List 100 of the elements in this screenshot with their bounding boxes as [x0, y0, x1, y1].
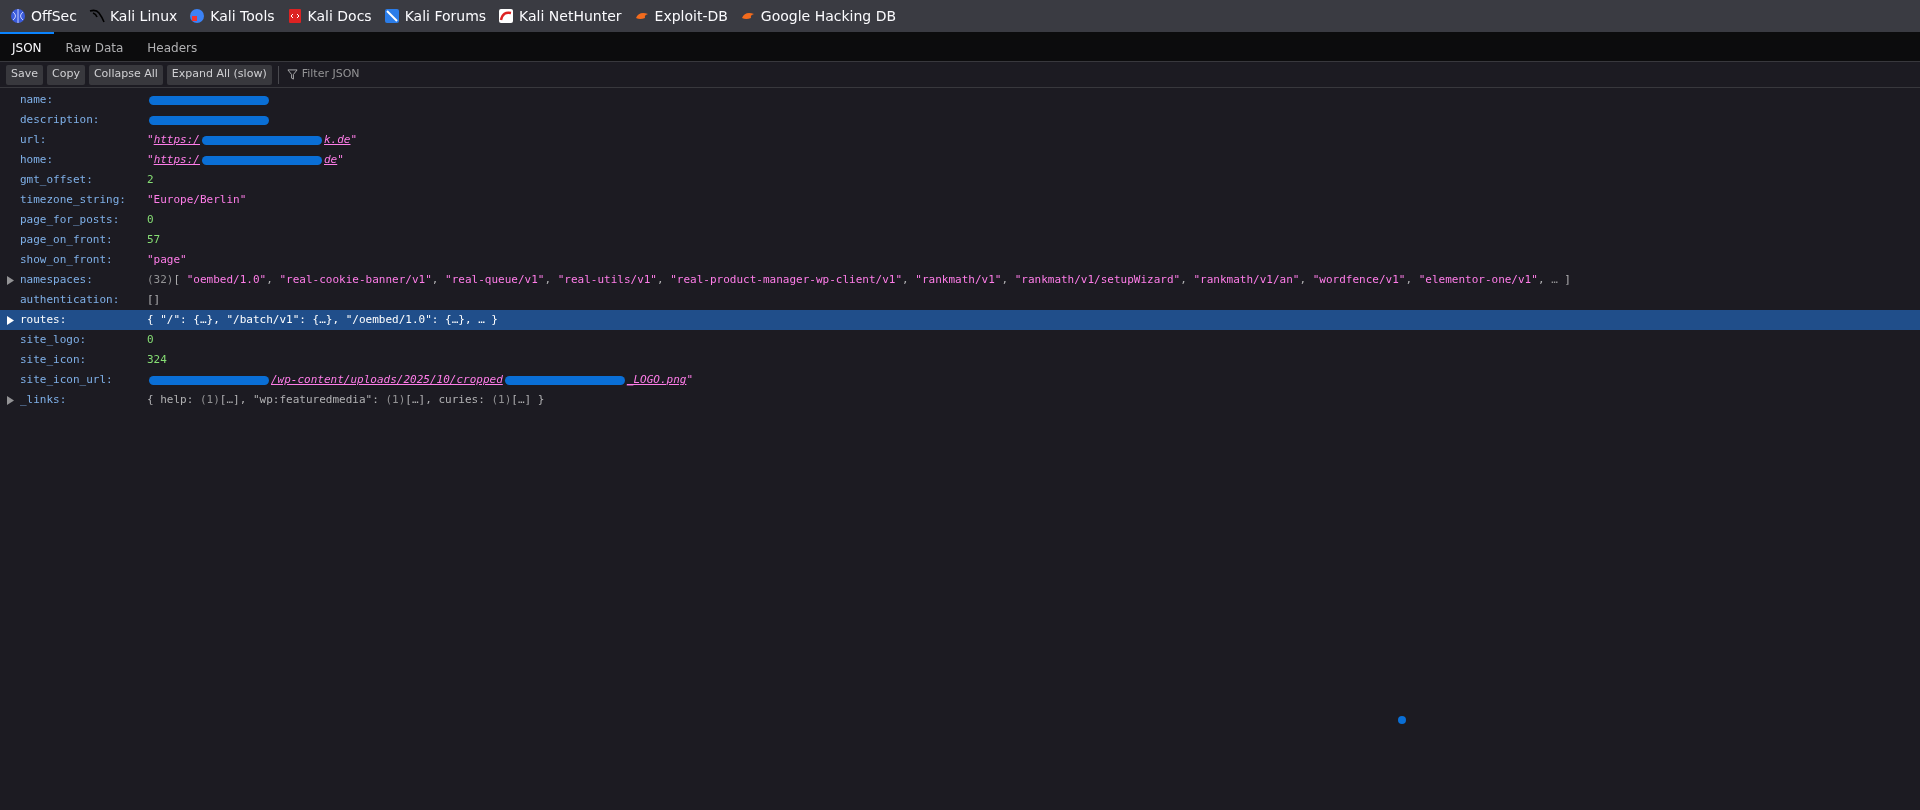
string-value: "real-utils/v1" [557, 271, 657, 288]
url-link[interactable]: https:/ [153, 131, 200, 149]
toolbar-button[interactable]: Copy [47, 64, 85, 85]
count-label: (32) [147, 271, 174, 288]
key-label: namespaces: [20, 271, 94, 288]
json-row[interactable]: timezone_string: "Europe/Berlin" [0, 190, 1920, 210]
string-value: " [337, 151, 344, 168]
value-text: ] [1563, 271, 1571, 288]
bookmark-item[interactable]: Google Hacking DB [739, 5, 897, 27]
key-label: home: [20, 151, 55, 168]
value-text: […] } [511, 391, 545, 408]
json-row[interactable]: url: "https:/ k.de" [0, 130, 1920, 150]
value-text: , [1299, 271, 1308, 288]
string-value: "rankmath/v1/an" [1193, 271, 1300, 288]
string-value: "real-product-manager-wp-client/v1" [670, 271, 903, 288]
bookmark-item[interactable]: Kali Tools [189, 5, 275, 27]
bookmark-item[interactable]: Exploit-DB [633, 5, 728, 27]
bookmark-item[interactable]: OffSec [10, 5, 77, 27]
json-row[interactable]: routes: { "/": {…}, "/batch/v1": {…}, "/oembed/1.0": {…}, … } [0, 310, 1920, 330]
book-icon [286, 8, 303, 24]
bookmark-item[interactable]: Kali NetHunter [498, 5, 622, 27]
number-value: 324 [147, 351, 167, 368]
value-text: { help: [147, 391, 195, 408]
number-value: 2 [147, 171, 154, 188]
json-row[interactable]: page_on_front: 57 [0, 230, 1920, 250]
expand-triangle-icon[interactable] [6, 275, 14, 285]
url-link[interactable]: /wp-content/uploads/2025/10/cropped [271, 371, 503, 389]
key-label: page_for_posts: [20, 211, 121, 228]
value-text: , [431, 271, 440, 288]
string-value: " [686, 371, 694, 388]
filter-icon [286, 69, 298, 80]
string-value: "rankmath/v1" [915, 271, 1002, 288]
value-text: , [1537, 271, 1546, 288]
value-text: , [657, 271, 665, 288]
key-label: page_on_front: [20, 231, 114, 248]
url-link[interactable]: https:/ [153, 151, 200, 169]
json-row[interactable]: gmt_offset: 2 [0, 170, 1920, 190]
string-value: " [147, 131, 154, 148]
key-label: site_icon_url: [20, 371, 114, 388]
json-row[interactable]: authentication: [] [0, 290, 1920, 310]
json-row[interactable]: site_icon: 324 [0, 350, 1920, 370]
bookmark-item[interactable]: Kali Linux [88, 5, 178, 27]
string-value: "elementor-one/v1" [1418, 271, 1538, 288]
key-label: show_on_front: [20, 251, 114, 268]
expand-triangle-icon[interactable] [6, 395, 14, 405]
expand-triangle-icon[interactable] [6, 315, 14, 325]
value-text: { "/": {…}, "/batch/v1": {…}, "/oembed/1.0": {…}, … } [147, 311, 498, 328]
json-row[interactable]: description: [0, 110, 1920, 130]
json-row[interactable]: _links: { help: (1)[…], "wp:featuredmedia": (1)[…], curies: (1)[…] } [0, 390, 1920, 410]
toolbar-button[interactable]: Save [6, 64, 43, 85]
value-text: [] [147, 291, 161, 308]
globe-icon [10, 8, 26, 24]
forum-icon [383, 8, 400, 24]
bookmark-item[interactable]: Kali Docs [286, 5, 372, 27]
value-text: […], curies: [405, 391, 486, 408]
toolbar-button[interactable]: Expand All (slow) [166, 64, 272, 85]
count-label: (1) [200, 391, 220, 408]
nethunter-icon [498, 8, 515, 24]
key-label: authentication: [20, 291, 121, 308]
key-label: timezone_string: [20, 191, 127, 208]
value-text: , [544, 271, 553, 288]
key-label: gmt_offset: [20, 171, 94, 188]
url-link[interactable]: _LOGO.png [626, 371, 687, 389]
url-link[interactable]: de [324, 151, 338, 169]
string-value: " [147, 151, 154, 168]
string-value: "wordfence/v1" [1312, 271, 1406, 288]
value-text: , [1001, 271, 1009, 288]
string-value: "rankmath/v1/setupWizard" [1014, 271, 1181, 288]
key-label: site_icon: [20, 351, 88, 368]
key-label: description: [20, 111, 101, 128]
number-value: 0 [147, 211, 154, 228]
json-row[interactable]: site_logo: 0 [0, 330, 1920, 350]
number-value: 0 [147, 331, 154, 348]
json-row[interactable]: home: "https:/ de" [0, 150, 1920, 170]
value-text: , [1405, 271, 1414, 288]
tools-icon [189, 8, 206, 24]
count-label: (1) [385, 391, 406, 408]
value-text: , [266, 271, 274, 288]
key-label: name: [20, 91, 55, 108]
filter-field[interactable]: Filter JSON [301, 66, 502, 83]
toolbar-button[interactable]: Collapse All [88, 64, 163, 85]
value-text: , [1180, 271, 1188, 288]
key-label: site_logo: [20, 331, 88, 348]
string-value: "oembed/1.0" [186, 271, 267, 288]
tab[interactable]: Headers [135, 32, 210, 61]
url-link[interactable]: k.de [324, 131, 351, 149]
bookmark-item[interactable]: Kali Forums [383, 5, 487, 27]
json-row[interactable]: name: [0, 90, 1920, 110]
key-label: _links: [20, 391, 68, 408]
json-row[interactable]: show_on_front: "page" [0, 250, 1920, 270]
value-text: […], "wp:featuredmedia": [219, 391, 380, 408]
string-value: " [350, 131, 358, 148]
tab[interactable]: Raw Data [53, 32, 136, 61]
json-row[interactable]: page_for_posts: 0 [0, 210, 1920, 230]
value-text: , [902, 271, 910, 288]
number-value: 57 [147, 231, 161, 248]
json-row[interactable]: site_icon_url: /wp-content/uploads/2025/10/cropped _LOGO.png" [0, 370, 1920, 390]
count-label: (1) [491, 391, 512, 408]
string-value: "real-cookie-banner/v1" [279, 271, 432, 288]
string-value: "page" [147, 251, 187, 268]
